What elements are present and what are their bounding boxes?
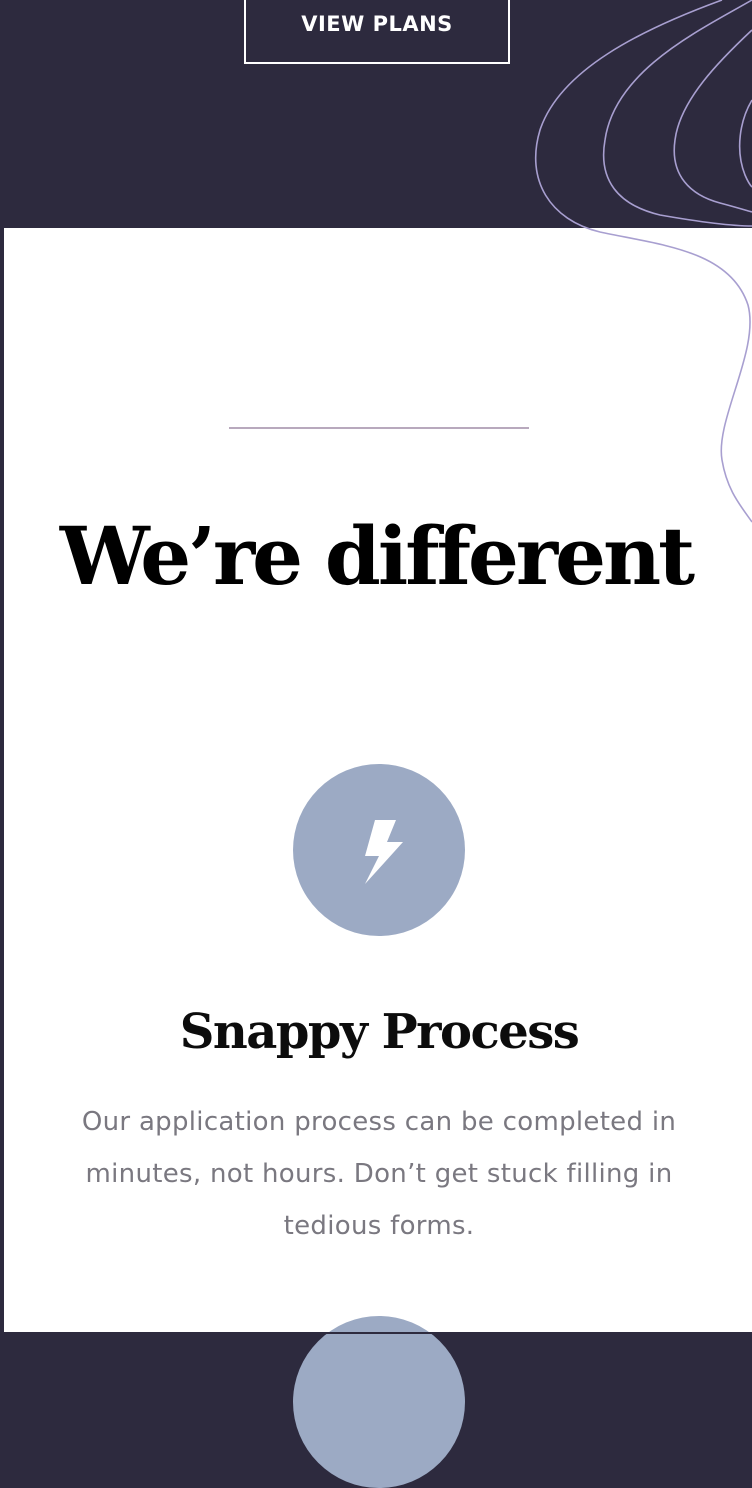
section-divider — [229, 427, 529, 429]
view-plans-button[interactable]: VIEW PLANS — [244, 0, 510, 64]
feature-description: Our application process can be completed… — [81, 1107, 677, 1241]
hero-section: VIEW PLANS — [0, 0, 752, 228]
section-title: We’re different — [59, 509, 695, 603]
next-feature-icon-circle — [293, 1316, 465, 1488]
feature-title: Snappy Process — [179, 1004, 580, 1060]
lightning-bolt-icon — [365, 820, 403, 884]
feature-icon-circle — [293, 764, 465, 936]
view-plans-label: VIEW PLANS — [301, 11, 453, 36]
